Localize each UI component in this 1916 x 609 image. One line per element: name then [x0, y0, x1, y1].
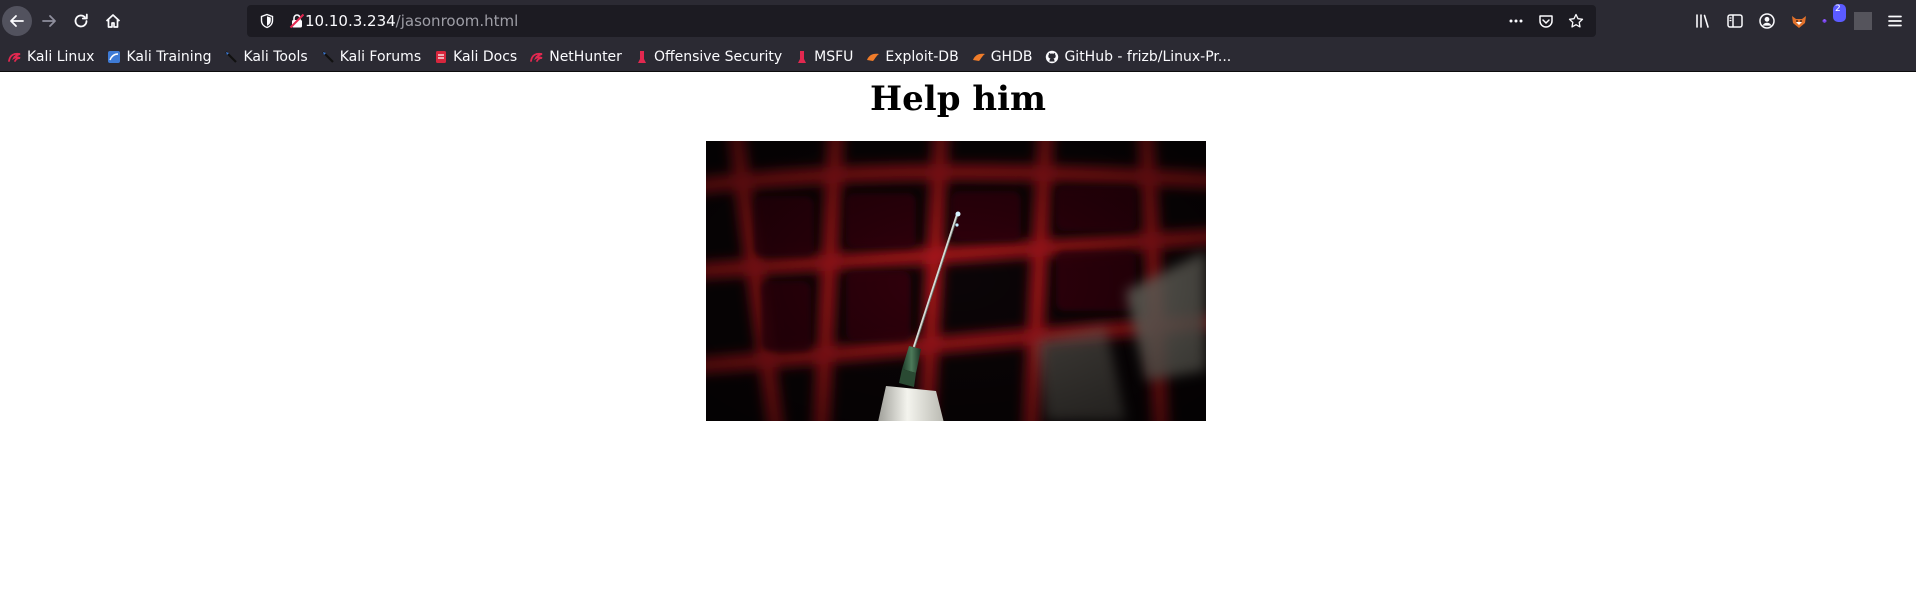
- url-text[interactable]: 10.10.3.234/jasonroom.html: [305, 12, 518, 30]
- home-button[interactable]: [98, 6, 128, 36]
- library-icon[interactable]: [1694, 12, 1712, 30]
- bookmark-label: Kali Docs: [453, 48, 518, 65]
- nethunter-icon: [530, 50, 544, 64]
- home-icon: [104, 12, 122, 30]
- bookmark-label: Kali Training: [126, 48, 212, 65]
- bookmark-label: GHDB: [990, 48, 1033, 65]
- toolbar-divider: [1854, 12, 1872, 30]
- bookmarks-toolbar: Kali Linux Kali Training Kali Tools Kali…: [0, 42, 1916, 72]
- bookmark-label: GitHub - frizb/Linux-Pr...: [1064, 48, 1232, 65]
- bookmark-kali-docs[interactable]: Kali Docs: [434, 49, 517, 65]
- fox-extension-icon[interactable]: [1790, 12, 1808, 30]
- syringe-image: [706, 141, 1206, 421]
- bookmark-offensive-security[interactable]: Offensive Security: [635, 49, 782, 65]
- kali-tools-icon: [224, 50, 238, 64]
- back-icon: [8, 12, 26, 30]
- kali-dragon-icon: [8, 50, 22, 64]
- page-content: Help him: [0, 73, 1916, 609]
- forward-icon: [40, 12, 58, 30]
- bookmark-nethunter[interactable]: NetHunter: [530, 49, 622, 65]
- ghdb-icon: [972, 50, 986, 64]
- bookmark-kali-linux[interactable]: Kali Linux: [8, 49, 94, 65]
- syringe-illustration: [706, 141, 1206, 421]
- browser-toolbar: 10.10.3.234/jasonroom.html 2: [0, 0, 1916, 42]
- exploitdb-icon: [866, 50, 880, 64]
- bookmark-github[interactable]: GitHub - frizb/Linux-Pr...: [1045, 49, 1231, 65]
- bookmark-exploit-db[interactable]: Exploit-DB: [866, 48, 959, 65]
- url-path: /jasonroom.html: [395, 12, 519, 30]
- bookmark-kali-forums[interactable]: Kali Forums: [321, 49, 421, 65]
- bookmark-kali-training[interactable]: Kali Training: [107, 49, 211, 65]
- bookmark-msfu[interactable]: MSFU: [795, 49, 853, 65]
- back-button[interactable]: [2, 6, 32, 36]
- menu-icon[interactable]: [1886, 12, 1904, 30]
- bookmark-ghdb[interactable]: GHDB: [972, 48, 1033, 65]
- insecure-lock-icon[interactable]: [289, 13, 305, 29]
- offsec-icon: [635, 50, 649, 64]
- extension-icon[interactable]: 2: [1822, 4, 1846, 30]
- github-icon: [1045, 50, 1059, 64]
- bookmark-label: MSFU: [814, 48, 854, 65]
- kali-docs-icon: [434, 50, 448, 64]
- page-heading: Help him: [870, 79, 1046, 119]
- more-icon[interactable]: [1508, 13, 1524, 29]
- bookmark-label: NetHunter: [549, 48, 622, 65]
- msfu-icon: [795, 50, 809, 64]
- kali-forums-icon: [321, 50, 335, 64]
- shield-icon[interactable]: [259, 13, 275, 29]
- kali-training-icon: [107, 50, 121, 64]
- sidebar-icon[interactable]: [1726, 12, 1744, 30]
- bookmark-label: Kali Forums: [339, 48, 422, 65]
- bookmark-label: Offensive Security: [653, 48, 783, 65]
- reload-icon: [72, 12, 90, 30]
- url-host: 10.10.3.234: [305, 12, 396, 30]
- account-icon[interactable]: [1758, 12, 1776, 30]
- bookmark-kali-tools[interactable]: Kali Tools: [224, 48, 308, 65]
- url-bar[interactable]: 10.10.3.234/jasonroom.html: [247, 5, 1596, 37]
- bookmark-star-icon[interactable]: [1568, 13, 1584, 29]
- bookmark-label: Kali Linux: [27, 48, 95, 65]
- extension-badge: 2: [1833, 4, 1846, 22]
- bookmark-label: Kali Tools: [243, 48, 308, 65]
- reload-button[interactable]: [66, 6, 96, 36]
- pocket-icon[interactable]: [1538, 13, 1554, 29]
- forward-button[interactable]: [34, 6, 64, 36]
- bookmark-label: Exploit-DB: [885, 48, 959, 65]
